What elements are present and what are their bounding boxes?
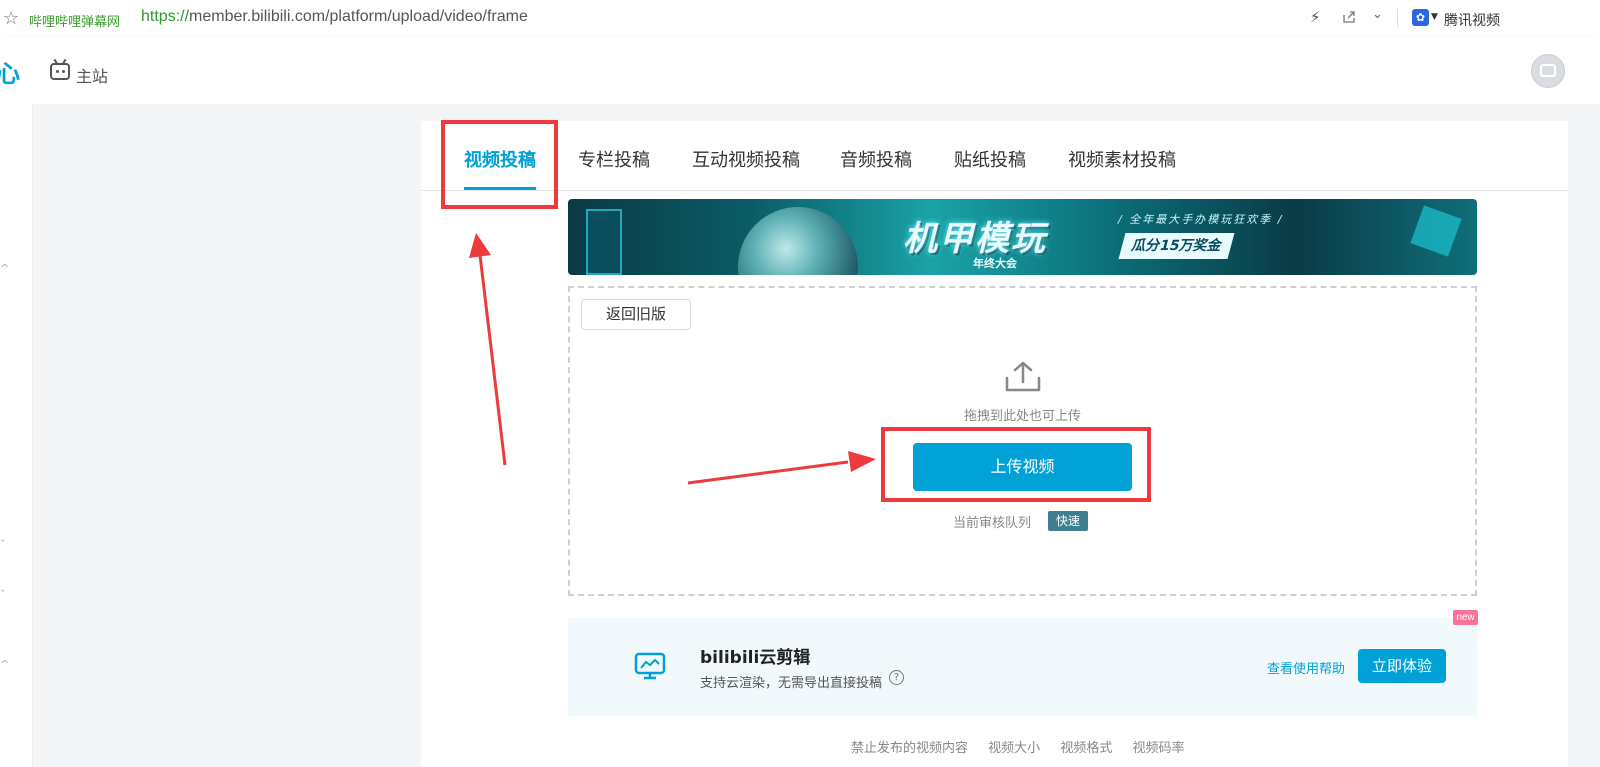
url-path: member.bilibili.com/platform/upload/vide… — [189, 8, 528, 25]
tab-article[interactable]: 专栏投稿 — [578, 146, 650, 172]
review-queue-label: 当前审核队列 — [953, 516, 1032, 531]
footer-link-video-bitrate[interactable]: 视频码率 — [1132, 741, 1184, 756]
sidebar-chevron-icon[interactable]: ^ — [0, 658, 9, 671]
url-field[interactable]: https://member.bilibili.com/platform/upl… — [141, 8, 528, 26]
footer-link-prohibited-content[interactable]: 禁止发布的视频内容 — [851, 741, 968, 756]
banner-decoration — [1410, 205, 1462, 257]
dropdown-caret-icon[interactable]: ▼ — [1431, 12, 1438, 22]
tv-eye-left — [56, 70, 59, 73]
extension-label[interactable]: 腾讯视频 — [1444, 10, 1500, 30]
help-question-icon[interactable]: ? — [889, 670, 904, 685]
site-name: 哔哩哔哩弹幕网 — [29, 15, 121, 30]
avatar[interactable] — [1531, 54, 1565, 88]
banner-title: 机甲模玩 — [903, 219, 1047, 259]
tab-interactive-video[interactable]: 互动视频投稿 — [692, 146, 800, 172]
promo-banner[interactable]: 机甲模玩 年终大会 / 全年最大手办模玩狂欢季 / 瓜分15万奖金 — [568, 199, 1477, 275]
sidebar-chevron-icon[interactable]: ˇ — [0, 588, 6, 601]
tab-video-material[interactable]: 视频素材投稿 — [1068, 146, 1176, 172]
banner-decoration — [586, 209, 622, 275]
highlight-box-upload-button — [881, 427, 1151, 502]
highlight-box-video-tab — [441, 120, 558, 209]
sidebar-chevron-icon[interactable]: ^ — [0, 262, 9, 275]
tv-eye-right — [62, 70, 65, 73]
logo[interactable]: 心 — [0, 54, 20, 89]
banner-tagline: / 全年最大手办模玩狂欢季 / — [1118, 213, 1284, 226]
footer-links: 禁止发布的视频内容 视频大小 视频格式 视频码率 — [851, 737, 1200, 756]
monitor-icon — [634, 652, 666, 680]
site-header: 心 主站 — [0, 38, 1600, 104]
upload-tabs: 视频投稿 专栏投稿 互动视频投稿 音频投稿 贴纸投稿 视频素材投稿 — [421, 121, 1568, 191]
drag-hint: 拖拽到此处也可上传 — [963, 409, 1081, 424]
left-sidebar: ^ ˇ ˇ ^ — [0, 104, 33, 767]
planet-graphic — [738, 207, 858, 275]
home-link[interactable]: 主站 — [76, 63, 108, 87]
banner-subtitle: 年终大会 — [973, 257, 1017, 270]
banner-prize: 瓜分15万奖金 — [1118, 233, 1235, 259]
chevron-down-icon[interactable]: ⌄ — [1372, 7, 1383, 22]
cloud-edit-title: bilibili云剪辑 — [700, 648, 811, 668]
sidebar-chevron-icon[interactable]: ˇ — [0, 538, 6, 551]
cloud-edit-description: 支持云渲染，无需导出直接投稿 — [700, 676, 883, 691]
browser-address-bar: ☆ 哔哩哔哩弹幕网 https://member.bilibili.com/pl… — [0, 0, 1600, 38]
lightning-icon[interactable]: ⚡ — [1310, 8, 1321, 26]
bookmark-star-icon[interactable]: ☆ — [3, 8, 19, 29]
cloud-edit-panel: new bilibili云剪辑 支持云渲染，无需导出直接投稿 ? 查看使用帮助 … — [568, 610, 1478, 716]
tab-audio[interactable]: 音频投稿 — [840, 146, 912, 172]
paw-icon[interactable]: ✿ — [1412, 9, 1429, 26]
new-badge: new — [1453, 610, 1478, 625]
tv-icon[interactable] — [50, 63, 70, 80]
try-now-button[interactable]: 立即体验 — [1358, 649, 1446, 683]
review-queue-status-badge: 快速 — [1048, 511, 1089, 531]
toolbar-divider — [1397, 9, 1398, 27]
share-icon[interactable] — [1342, 10, 1356, 24]
avatar-face-icon — [1540, 64, 1556, 77]
tab-sticker[interactable]: 贴纸投稿 — [954, 146, 1026, 172]
url-protocol: https:// — [141, 8, 190, 25]
footer-link-video-size[interactable]: 视频大小 — [988, 741, 1040, 756]
view-help-link[interactable]: 查看使用帮助 — [1267, 658, 1345, 677]
return-old-version-button[interactable]: 返回旧版 — [581, 299, 691, 330]
upload-icon — [1005, 361, 1041, 392]
footer-link-video-format[interactable]: 视频格式 — [1060, 741, 1112, 756]
